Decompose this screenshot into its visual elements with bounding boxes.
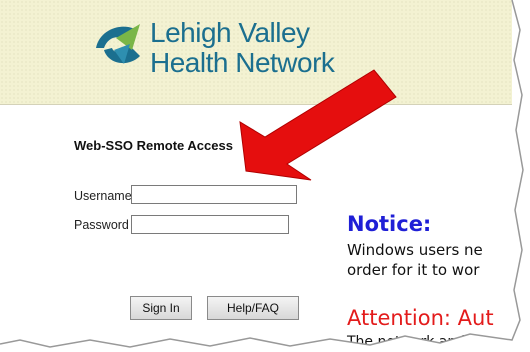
- attention-title: Attention: Aut: [347, 306, 494, 330]
- lvhn-logo-icon: [96, 24, 140, 64]
- username-input[interactable]: [131, 185, 297, 204]
- notice-body: Windows users ne order for it to wor: [347, 240, 483, 280]
- password-label: Password: [74, 218, 129, 232]
- brand-name-line1: Lehigh Valley: [150, 17, 310, 48]
- notice-title: Notice:: [347, 212, 432, 236]
- attention-body: The network and: [347, 334, 466, 350]
- site-header: Lehigh Valley Health Network: [0, 0, 512, 105]
- brand-name-line2: Health Network: [150, 47, 335, 78]
- notice-line: order for it to wor: [347, 261, 480, 279]
- sign-in-button[interactable]: Sign In: [130, 296, 192, 320]
- notice-line: Windows users ne: [347, 241, 483, 259]
- help-faq-button[interactable]: Help/FAQ: [207, 296, 299, 320]
- password-input[interactable]: [131, 215, 289, 234]
- page-frame: Lehigh Valley Health Network Web-SSO Rem…: [0, 0, 530, 352]
- section-title: Web-SSO Remote Access: [74, 138, 233, 153]
- brand-wordmark: Lehigh Valley Health Network: [150, 17, 335, 78]
- username-label: Username: [74, 189, 132, 203]
